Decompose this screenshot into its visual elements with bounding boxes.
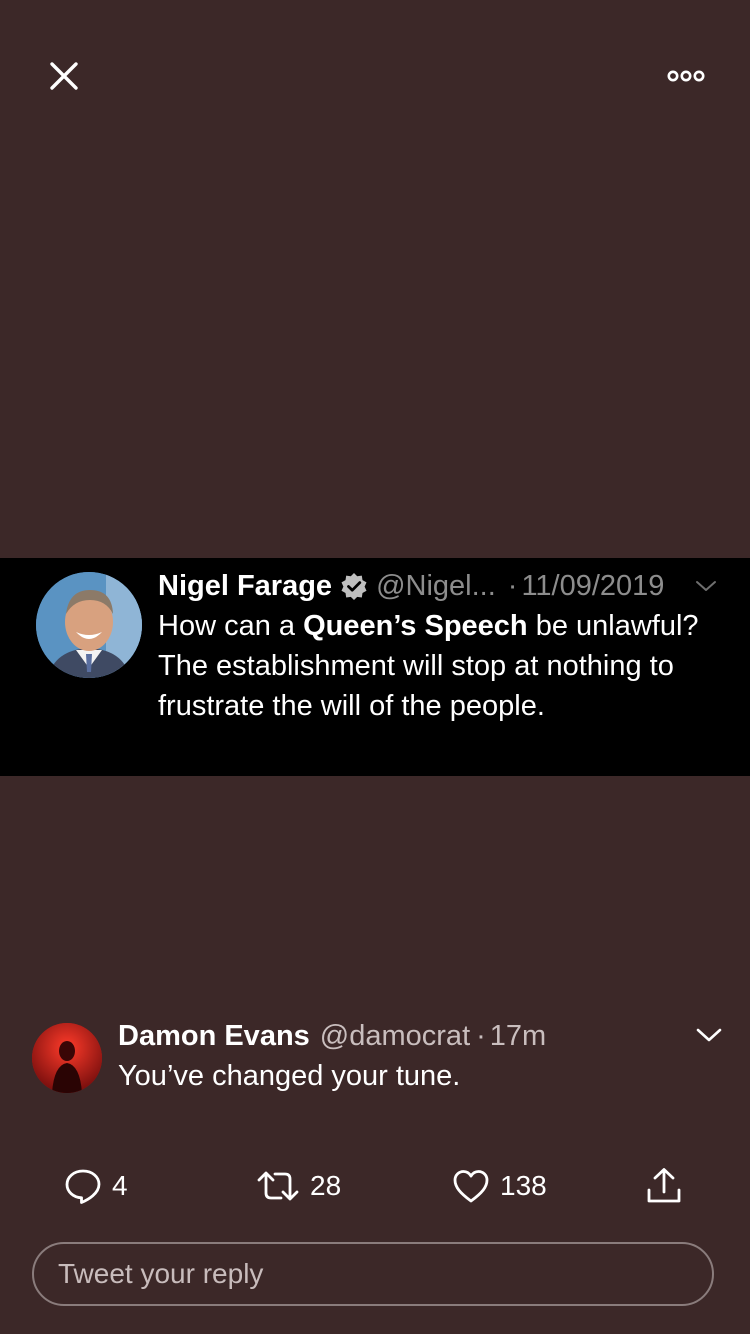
reply-count: 4	[112, 1170, 128, 1201]
media-tweet-header: Nigel Farage @Nigel... · 11/09/2019	[158, 566, 664, 606]
media-tweet-text: How can a Queen’s Speech be unlawful? Th…	[158, 606, 728, 726]
text-prefix: How can a	[158, 610, 304, 642]
close-button[interactable]	[40, 52, 88, 100]
chevron-down-icon[interactable]	[694, 1022, 724, 1048]
heart-icon	[453, 1170, 489, 1203]
reply-button[interactable]: 4	[64, 1162, 128, 1210]
author-name: Nigel Farage	[158, 569, 333, 602]
separator-dot: ·	[507, 569, 518, 602]
avatar	[36, 572, 142, 678]
chevron-down-icon	[696, 581, 716, 591]
reply-input[interactable]: Tweet your reply	[32, 1242, 714, 1306]
tweet-date: 11/09/2019	[521, 569, 665, 602]
retweet-icon	[257, 1171, 299, 1201]
author-name[interactable]: Damon Evans	[118, 1020, 310, 1053]
retweet-count: 28	[310, 1170, 342, 1201]
tweet-time: 17m	[489, 1019, 547, 1052]
reply-tweet-header: Damon Evans @damocrat · 17m	[118, 1016, 546, 1056]
share-icon	[647, 1168, 681, 1203]
verified-badge-icon	[340, 572, 368, 600]
person-photo	[36, 572, 142, 678]
author-handle[interactable]: @damocrat	[320, 1020, 470, 1053]
more-icon	[667, 70, 705, 82]
text-bold: Queen’s Speech	[303, 610, 528, 642]
avatar[interactable]	[32, 1023, 102, 1093]
like-count: 138	[500, 1170, 547, 1201]
reply-input-placeholder: Tweet your reply	[58, 1258, 264, 1289]
like-button[interactable]: 138	[452, 1162, 547, 1210]
reply-tweet-text: You’ve changed your tune.	[118, 1060, 461, 1092]
author-handle: @Nigel...	[376, 569, 496, 602]
user-photo	[32, 1023, 102, 1093]
reply-icon	[65, 1169, 101, 1204]
close-icon	[50, 62, 78, 90]
separator-dot: ·	[476, 1019, 486, 1052]
share-button[interactable]	[644, 1162, 684, 1210]
more-options-button[interactable]	[660, 56, 712, 96]
retweet-button[interactable]: 28	[256, 1162, 341, 1210]
